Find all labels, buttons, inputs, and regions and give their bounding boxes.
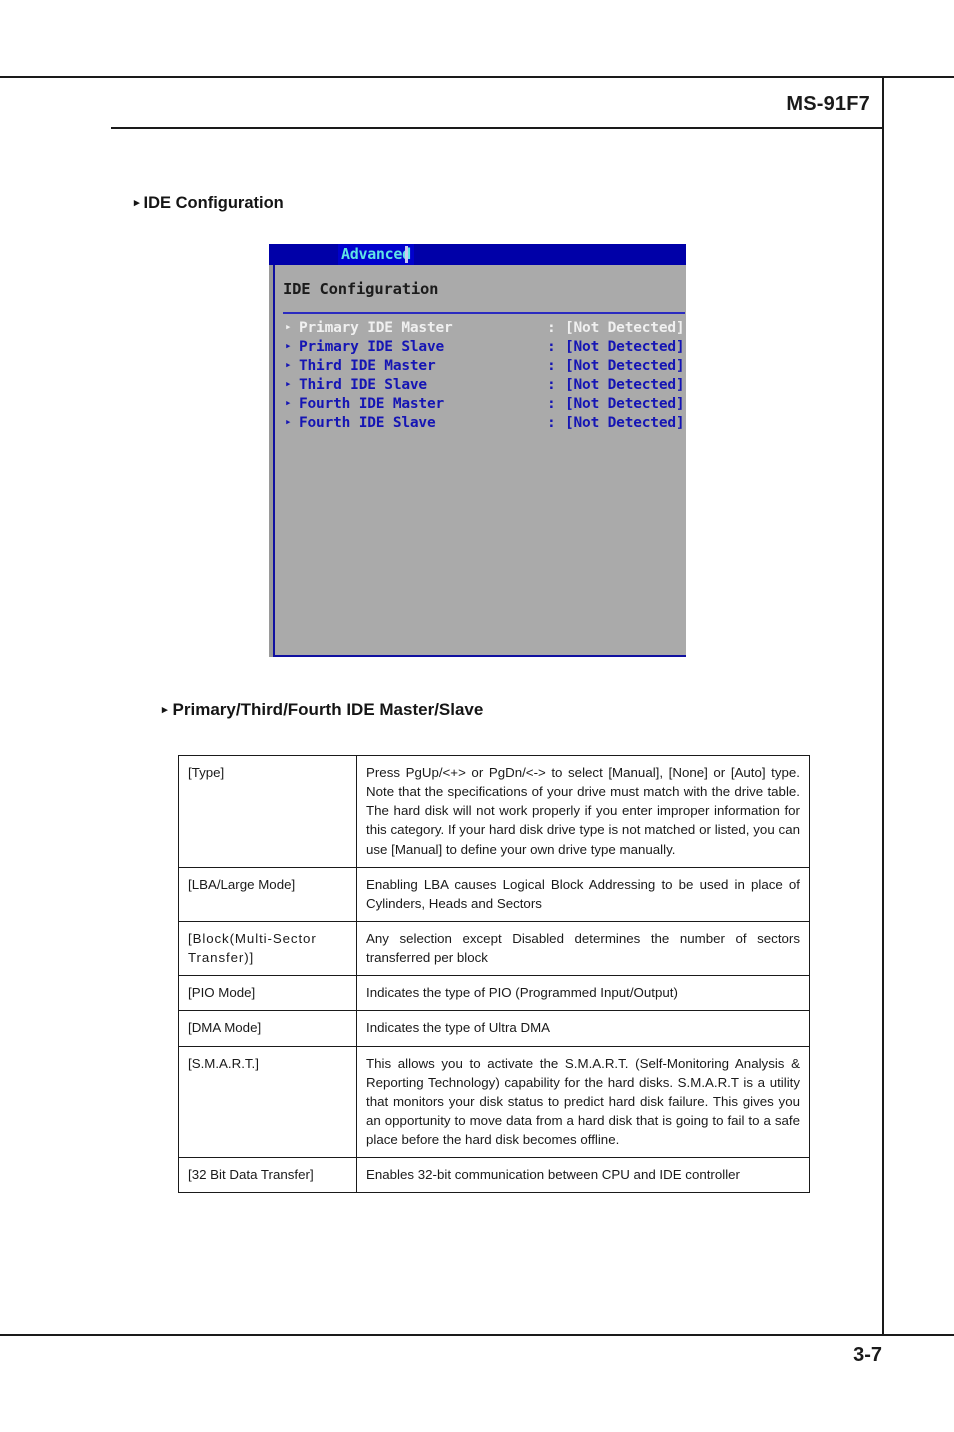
bios-item-value: [Not Detected] bbox=[565, 396, 685, 412]
table-cell-value: Indicates the type of Ultra DMA bbox=[356, 1010, 810, 1047]
table-cell-key: [LBA/Large Mode] bbox=[178, 866, 357, 922]
page-header-title: MS-91F7 bbox=[786, 93, 870, 115]
table-cell-key: [32 Bit Data Transfer] bbox=[178, 1157, 357, 1194]
page-top-rule bbox=[0, 76, 954, 78]
bios-item-label: Primary IDE Slave bbox=[299, 339, 445, 355]
table-cell-key: [DMA Mode] bbox=[178, 1010, 357, 1047]
table-row: [LBA/Large Mode] Enabling LBA causes Log… bbox=[178, 866, 810, 922]
bios-item-label: Fourth IDE Slave bbox=[299, 415, 436, 431]
section-bullet-icon: ▸ bbox=[134, 197, 140, 209]
table-cell-key: [PIO Mode] bbox=[178, 975, 357, 1012]
bios-item-value: [Not Detected] bbox=[565, 320, 685, 336]
section-heading-master-slave: ▸ Primary/Third/Fourth IDE Master/Slave bbox=[162, 700, 483, 720]
expand-arrow-icon: ▸ bbox=[285, 415, 292, 428]
table-cell-key: [Block(Multi-Sector Transfer)] bbox=[178, 920, 357, 977]
bios-row-third-ide-slave[interactable]: ▸ Third IDE Slave : [Not Detected] bbox=[279, 377, 686, 396]
bios-panel-title: IDE Configuration bbox=[283, 280, 439, 298]
section-heading-ide-configuration: ▸ IDE Configuration bbox=[134, 194, 284, 213]
section-heading-label: IDE Configuration bbox=[143, 194, 284, 212]
section-bullet-icon: ▸ bbox=[162, 704, 168, 716]
table-row: [32 Bit Data Transfer] Enables 32-bit co… bbox=[178, 1157, 810, 1194]
bios-row-primary-ide-master[interactable]: ▸ Primary IDE Master : [Not Detected] bbox=[279, 320, 686, 339]
bios-left-border bbox=[273, 265, 275, 657]
bios-item-label: Third IDE Slave bbox=[299, 377, 427, 393]
table-cell-key: [S.M.A.R.T.] bbox=[178, 1045, 357, 1159]
bios-item-label: Primary IDE Master bbox=[299, 320, 453, 336]
expand-arrow-icon: ▸ bbox=[285, 320, 292, 333]
bios-item-colon: : bbox=[547, 358, 556, 374]
expand-arrow-icon: ▸ bbox=[285, 396, 292, 409]
table-row: [Type] Press PgUp/<+> or PgDn/<-> to sel… bbox=[178, 755, 810, 868]
table-row: [S.M.A.R.T.] This allows you to activate… bbox=[178, 1045, 810, 1159]
table-row: [Block(Multi-Sector Transfer)] Any selec… bbox=[178, 920, 810, 977]
header-underline-rule bbox=[111, 127, 884, 129]
bios-item-value: [Not Detected] bbox=[565, 339, 685, 355]
bios-item-colon: : bbox=[547, 377, 556, 393]
bios-panel-divider bbox=[283, 312, 685, 314]
bios-tab-advanced[interactable]: Advanced bbox=[338, 244, 414, 265]
bios-ide-device-list: ▸ Primary IDE Master : [Not Detected] ▸ … bbox=[279, 320, 686, 434]
bios-item-colon: : bbox=[547, 339, 556, 355]
page-right-vertical-rule bbox=[882, 76, 884, 1335]
expand-arrow-icon: ▸ bbox=[285, 377, 292, 390]
bios-item-colon: : bbox=[547, 320, 556, 336]
bios-item-colon: : bbox=[547, 415, 556, 431]
table-cell-value: This allows you to activate the S.M.A.R.… bbox=[356, 1045, 810, 1159]
table-cell-value: Any selection except Disabled determines… bbox=[356, 920, 810, 977]
table-cell-value: Enabling LBA causes Logical Block Addres… bbox=[356, 866, 810, 922]
table-cell-value: Enables 32-bit communication between CPU… bbox=[356, 1157, 810, 1194]
expand-arrow-icon: ▸ bbox=[285, 358, 292, 371]
bios-item-value: [Not Detected] bbox=[565, 358, 685, 374]
bios-titlebar bbox=[269, 244, 686, 265]
bios-row-fourth-ide-slave[interactable]: ▸ Fourth IDE Slave : [Not Detected] bbox=[279, 415, 686, 434]
bios-screen: Advanced IDE Configuration ▸ Primary IDE… bbox=[269, 244, 686, 657]
table-row: [PIO Mode] Indicates the type of PIO (Pr… bbox=[178, 975, 810, 1012]
page-number: 3-7 bbox=[853, 1344, 882, 1366]
table-cell-key: [Type] bbox=[178, 755, 357, 868]
bios-row-third-ide-master[interactable]: ▸ Third IDE Master : [Not Detected] bbox=[279, 358, 686, 377]
section-heading-label: Primary/Third/Fourth IDE Master/Slave bbox=[172, 700, 484, 719]
table-cell-value: Indicates the type of PIO (Programmed In… bbox=[356, 975, 810, 1012]
bios-tab-cursor bbox=[405, 246, 408, 263]
bios-row-primary-ide-slave[interactable]: ▸ Primary IDE Slave : [Not Detected] bbox=[279, 339, 686, 358]
bios-item-value: [Not Detected] bbox=[565, 415, 685, 431]
bios-bottom-border bbox=[273, 655, 686, 657]
table-cell-value: Press PgUp/<+> or PgDn/<-> to select [Ma… bbox=[356, 755, 810, 868]
bios-item-colon: : bbox=[547, 396, 556, 412]
expand-arrow-icon: ▸ bbox=[285, 339, 292, 352]
table-row: [DMA Mode] Indicates the type of Ultra D… bbox=[178, 1010, 810, 1047]
ide-settings-description-table: [Type] Press PgUp/<+> or PgDn/<-> to sel… bbox=[178, 755, 810, 1194]
page-bottom-rule bbox=[0, 1334, 954, 1336]
bios-item-label: Third IDE Master bbox=[299, 358, 436, 374]
bios-item-value: [Not Detected] bbox=[565, 377, 685, 393]
bios-item-label: Fourth IDE Master bbox=[299, 396, 445, 412]
bios-row-fourth-ide-master[interactable]: ▸ Fourth IDE Master : [Not Detected] bbox=[279, 396, 686, 415]
